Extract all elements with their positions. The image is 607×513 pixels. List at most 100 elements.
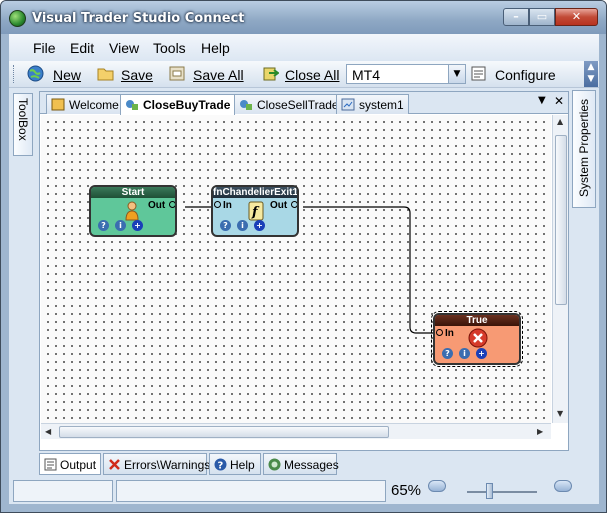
out-connector-icon[interactable] (291, 201, 297, 208)
globe-icon (9, 10, 26, 27)
chevron-down-icon[interactable]: ▼ (448, 65, 465, 83)
platform-select[interactable]: MT4 ▼ (346, 64, 466, 84)
help-icon[interactable]: ? (98, 220, 109, 231)
function-in-port[interactable]: In (223, 200, 232, 211)
scroll-down-icon[interactable]: ▼ (557, 409, 563, 418)
info-icon[interactable]: i (237, 220, 248, 231)
help-icon[interactable]: ? (442, 348, 453, 359)
tab-messages[interactable]: Messages (263, 453, 339, 475)
out-connector-icon[interactable] (169, 201, 175, 208)
strategy-canvas[interactable]: Start Out ? i + fnChandelierExit1 In f Out (41, 115, 551, 423)
minimize-button[interactable]: – (503, 8, 529, 26)
toolbox-panel-tab[interactable]: ToolBox (13, 93, 33, 156)
info-icon[interactable]: i (115, 220, 126, 231)
vertical-scrollbar[interactable]: ▲ ▼ (552, 115, 568, 423)
close-trade-icon (468, 328, 488, 348)
toolbar-grip[interactable] (13, 65, 16, 83)
horizontal-scrollbar[interactable]: ◀ ▶ (41, 423, 551, 439)
save-all-button[interactable]: Save All (193, 67, 244, 83)
welcome-icon (51, 98, 65, 111)
close-all-button[interactable]: Close All (285, 67, 339, 83)
title-bar[interactable]: Visual Trader Studio Connect – ▭ ✕ (1, 1, 606, 34)
info-icon[interactable]: i (459, 348, 470, 359)
node-actions: ? i + (220, 220, 271, 232)
close-all-icon[interactable] (262, 65, 279, 82)
true-node-title: True (435, 315, 519, 326)
folder-icon[interactable] (97, 65, 114, 82)
save-button[interactable]: Save (121, 67, 153, 83)
scroll-right-icon[interactable]: ▶ (537, 427, 543, 436)
tab-list-dropdown-icon[interactable]: ▼ (538, 95, 546, 106)
tab-label: Welcome (69, 98, 119, 112)
tab-system1[interactable]: system1 (336, 94, 409, 114)
platform-select-value: MT4 (352, 67, 380, 83)
status-panel-left (13, 480, 113, 502)
add-icon[interactable]: + (476, 348, 487, 359)
status-bar: 65% (9, 478, 599, 504)
function-icon: f (248, 201, 264, 221)
toolbox-tab-label: ToolBox (16, 98, 30, 141)
node-actions: ? i + (442, 348, 493, 360)
tab-errors-warnings[interactable]: Errors\Warnings (103, 453, 210, 475)
connector-layer (185, 203, 441, 337)
add-icon[interactable]: + (254, 220, 265, 231)
strategy-icon (240, 100, 252, 110)
tab-label: system1 (359, 98, 404, 112)
in-connector-icon[interactable] (436, 329, 443, 336)
node-actions: ? i + (98, 220, 149, 232)
close-button[interactable]: ✕ (555, 8, 598, 26)
tab-label: CloseBuyTrade (143, 98, 231, 112)
start-out-port[interactable]: Out (148, 200, 165, 211)
menu-bar: File Edit View Tools Help (9, 34, 599, 60)
configure-button[interactable]: Configure (495, 67, 556, 83)
maximize-button[interactable]: ▭ (529, 8, 555, 26)
tab-closebuytrade[interactable]: CloseBuyTrade (120, 94, 236, 115)
tab-label: Messages (284, 458, 339, 472)
zoom-in-button[interactable] (554, 480, 572, 492)
help-icon: ? (214, 458, 227, 471)
add-icon[interactable]: + (132, 220, 143, 231)
function-node[interactable]: fnChandelierExit1 In f Out ? i + (211, 185, 299, 237)
toolbar-overflow-button[interactable]: ▲ ▼ (584, 61, 598, 87)
system-properties-panel-tab[interactable]: System Properties (572, 90, 596, 208)
configure-icon[interactable] (470, 65, 487, 82)
tab-output[interactable]: Output (39, 453, 101, 475)
start-node[interactable]: Start Out ? i + (89, 185, 177, 237)
menu-edit[interactable]: Edit (70, 40, 94, 56)
help-icon[interactable]: ? (220, 220, 231, 231)
menu-file[interactable]: File (33, 40, 56, 56)
in-connector-icon[interactable] (214, 201, 221, 208)
save-all-icon[interactable] (169, 65, 186, 82)
true-in-port[interactable]: In (445, 328, 454, 339)
function-out-port[interactable]: Out (270, 200, 287, 211)
scroll-left-icon[interactable]: ◀ (45, 427, 51, 436)
tab-welcome[interactable]: Welcome (46, 94, 124, 114)
function-node-title: fnChandelierExit1 (213, 187, 299, 198)
window-title: Visual Trader Studio Connect (32, 11, 245, 26)
document-tabs: Welcome CloseBuyTrade CloseSellTrade sys… (40, 92, 568, 115)
tab-label: Help (230, 458, 255, 472)
menu-view[interactable]: View (109, 40, 139, 56)
scroll-up-icon[interactable]: ▲ (557, 117, 563, 126)
toolbar: New Save Save All Close All MT4 ▼ Config… (9, 61, 599, 88)
zoom-level: 65% (391, 482, 422, 499)
tab-label: CloseSellTrade (257, 98, 339, 112)
menu-tools[interactable]: Tools (153, 40, 186, 56)
true-node[interactable]: True In ? i + (431, 311, 523, 367)
close-tab-icon[interactable]: ✕ (554, 94, 564, 108)
new-globe-icon[interactable] (27, 65, 44, 82)
connector-function-to-true (303, 206, 441, 337)
tab-label: Output (60, 458, 97, 472)
zoom-out-button[interactable] (428, 480, 446, 492)
svg-text:?: ? (218, 461, 224, 472)
tab-help[interactable]: ? Help (209, 453, 261, 475)
messages-icon (268, 458, 281, 471)
menu-help[interactable]: Help (201, 40, 230, 56)
new-button[interactable]: New (53, 67, 81, 83)
horizontal-scroll-thumb[interactable] (59, 426, 389, 438)
tab-closeselltrade[interactable]: CloseSellTrade (234, 94, 344, 114)
zoom-slider-track[interactable] (467, 491, 537, 493)
zoom-slider-thumb[interactable] (486, 483, 493, 499)
vertical-scroll-thumb[interactable] (555, 135, 567, 305)
output-panel-tabs: Output Errors\Warnings ? Help Messages (39, 453, 599, 475)
